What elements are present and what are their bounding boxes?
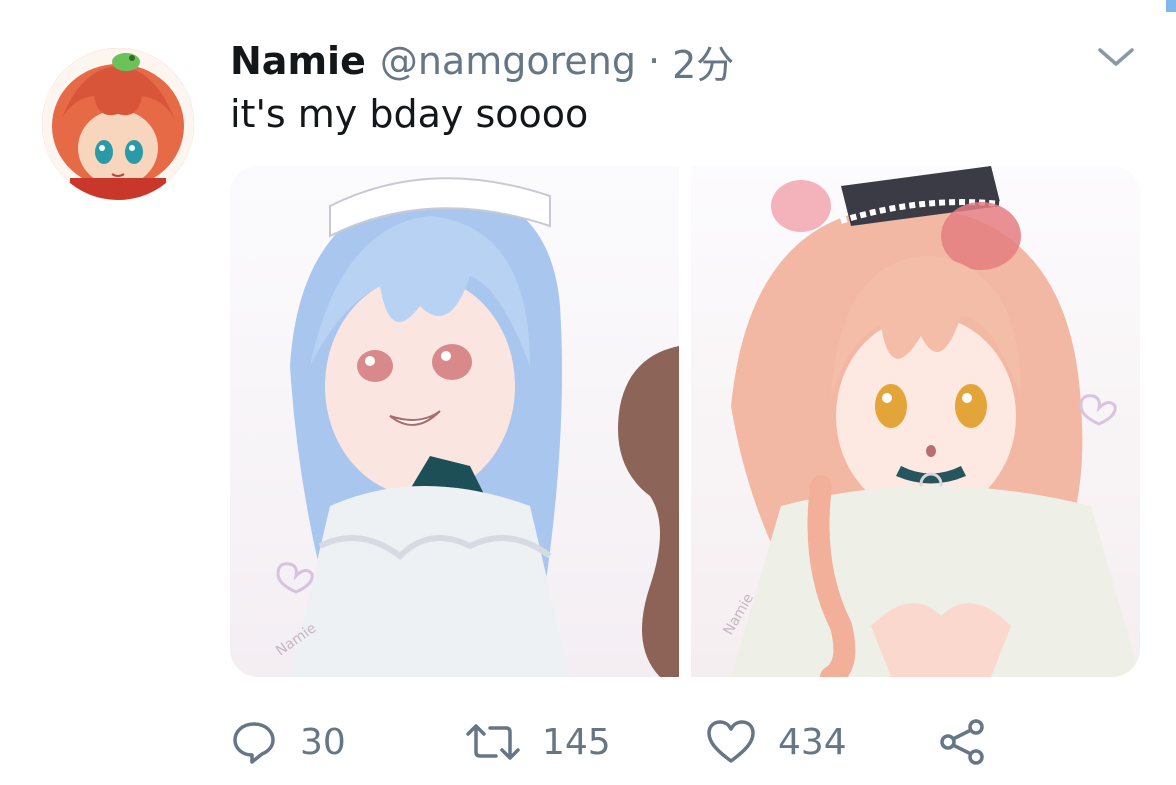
media-image-left[interactable]: Namie [230, 166, 679, 677]
tweet-header: Namie @namgoreng · 2分 [230, 34, 734, 89]
tweet-text: it's my bday soooo [230, 92, 589, 136]
share-icon [940, 719, 984, 765]
heart-icon [707, 720, 755, 763]
retweet-icon [466, 724, 520, 760]
share-button[interactable] [938, 712, 988, 772]
retweet-count: 145 [542, 721, 611, 763]
tweet-timestamp[interactable]: 2分 [672, 34, 734, 89]
retweet-button[interactable]: 145 [466, 712, 611, 772]
reply-button[interactable]: 30 [230, 712, 346, 772]
like-count: 434 [778, 721, 847, 763]
reply-count: 30 [300, 721, 346, 763]
avatar-illustration [42, 48, 194, 200]
media-image-right[interactable]: Namie [691, 166, 1140, 677]
display-name[interactable]: Namie [230, 39, 366, 83]
separator-dot: · [647, 39, 661, 83]
reply-icon [233, 722, 275, 764]
anime-maid-pink-hair-image: Namie [691, 166, 1140, 677]
avatar[interactable] [42, 48, 194, 200]
chevron-down-icon[interactable] [1094, 40, 1138, 72]
tweet-card[interactable]: Namie @namgoreng · 2分 it's my bday soooo [0, 0, 1176, 785]
anime-maid-blue-hair-image: Namie [230, 166, 679, 677]
tweet-actions: 30 145 434 [230, 712, 1030, 772]
like-button[interactable]: 434 [706, 712, 847, 772]
scroll-indicator [1166, 0, 1176, 12]
media-grid: Namie Namie [230, 166, 1140, 677]
user-handle[interactable]: @namgoreng [380, 39, 636, 83]
